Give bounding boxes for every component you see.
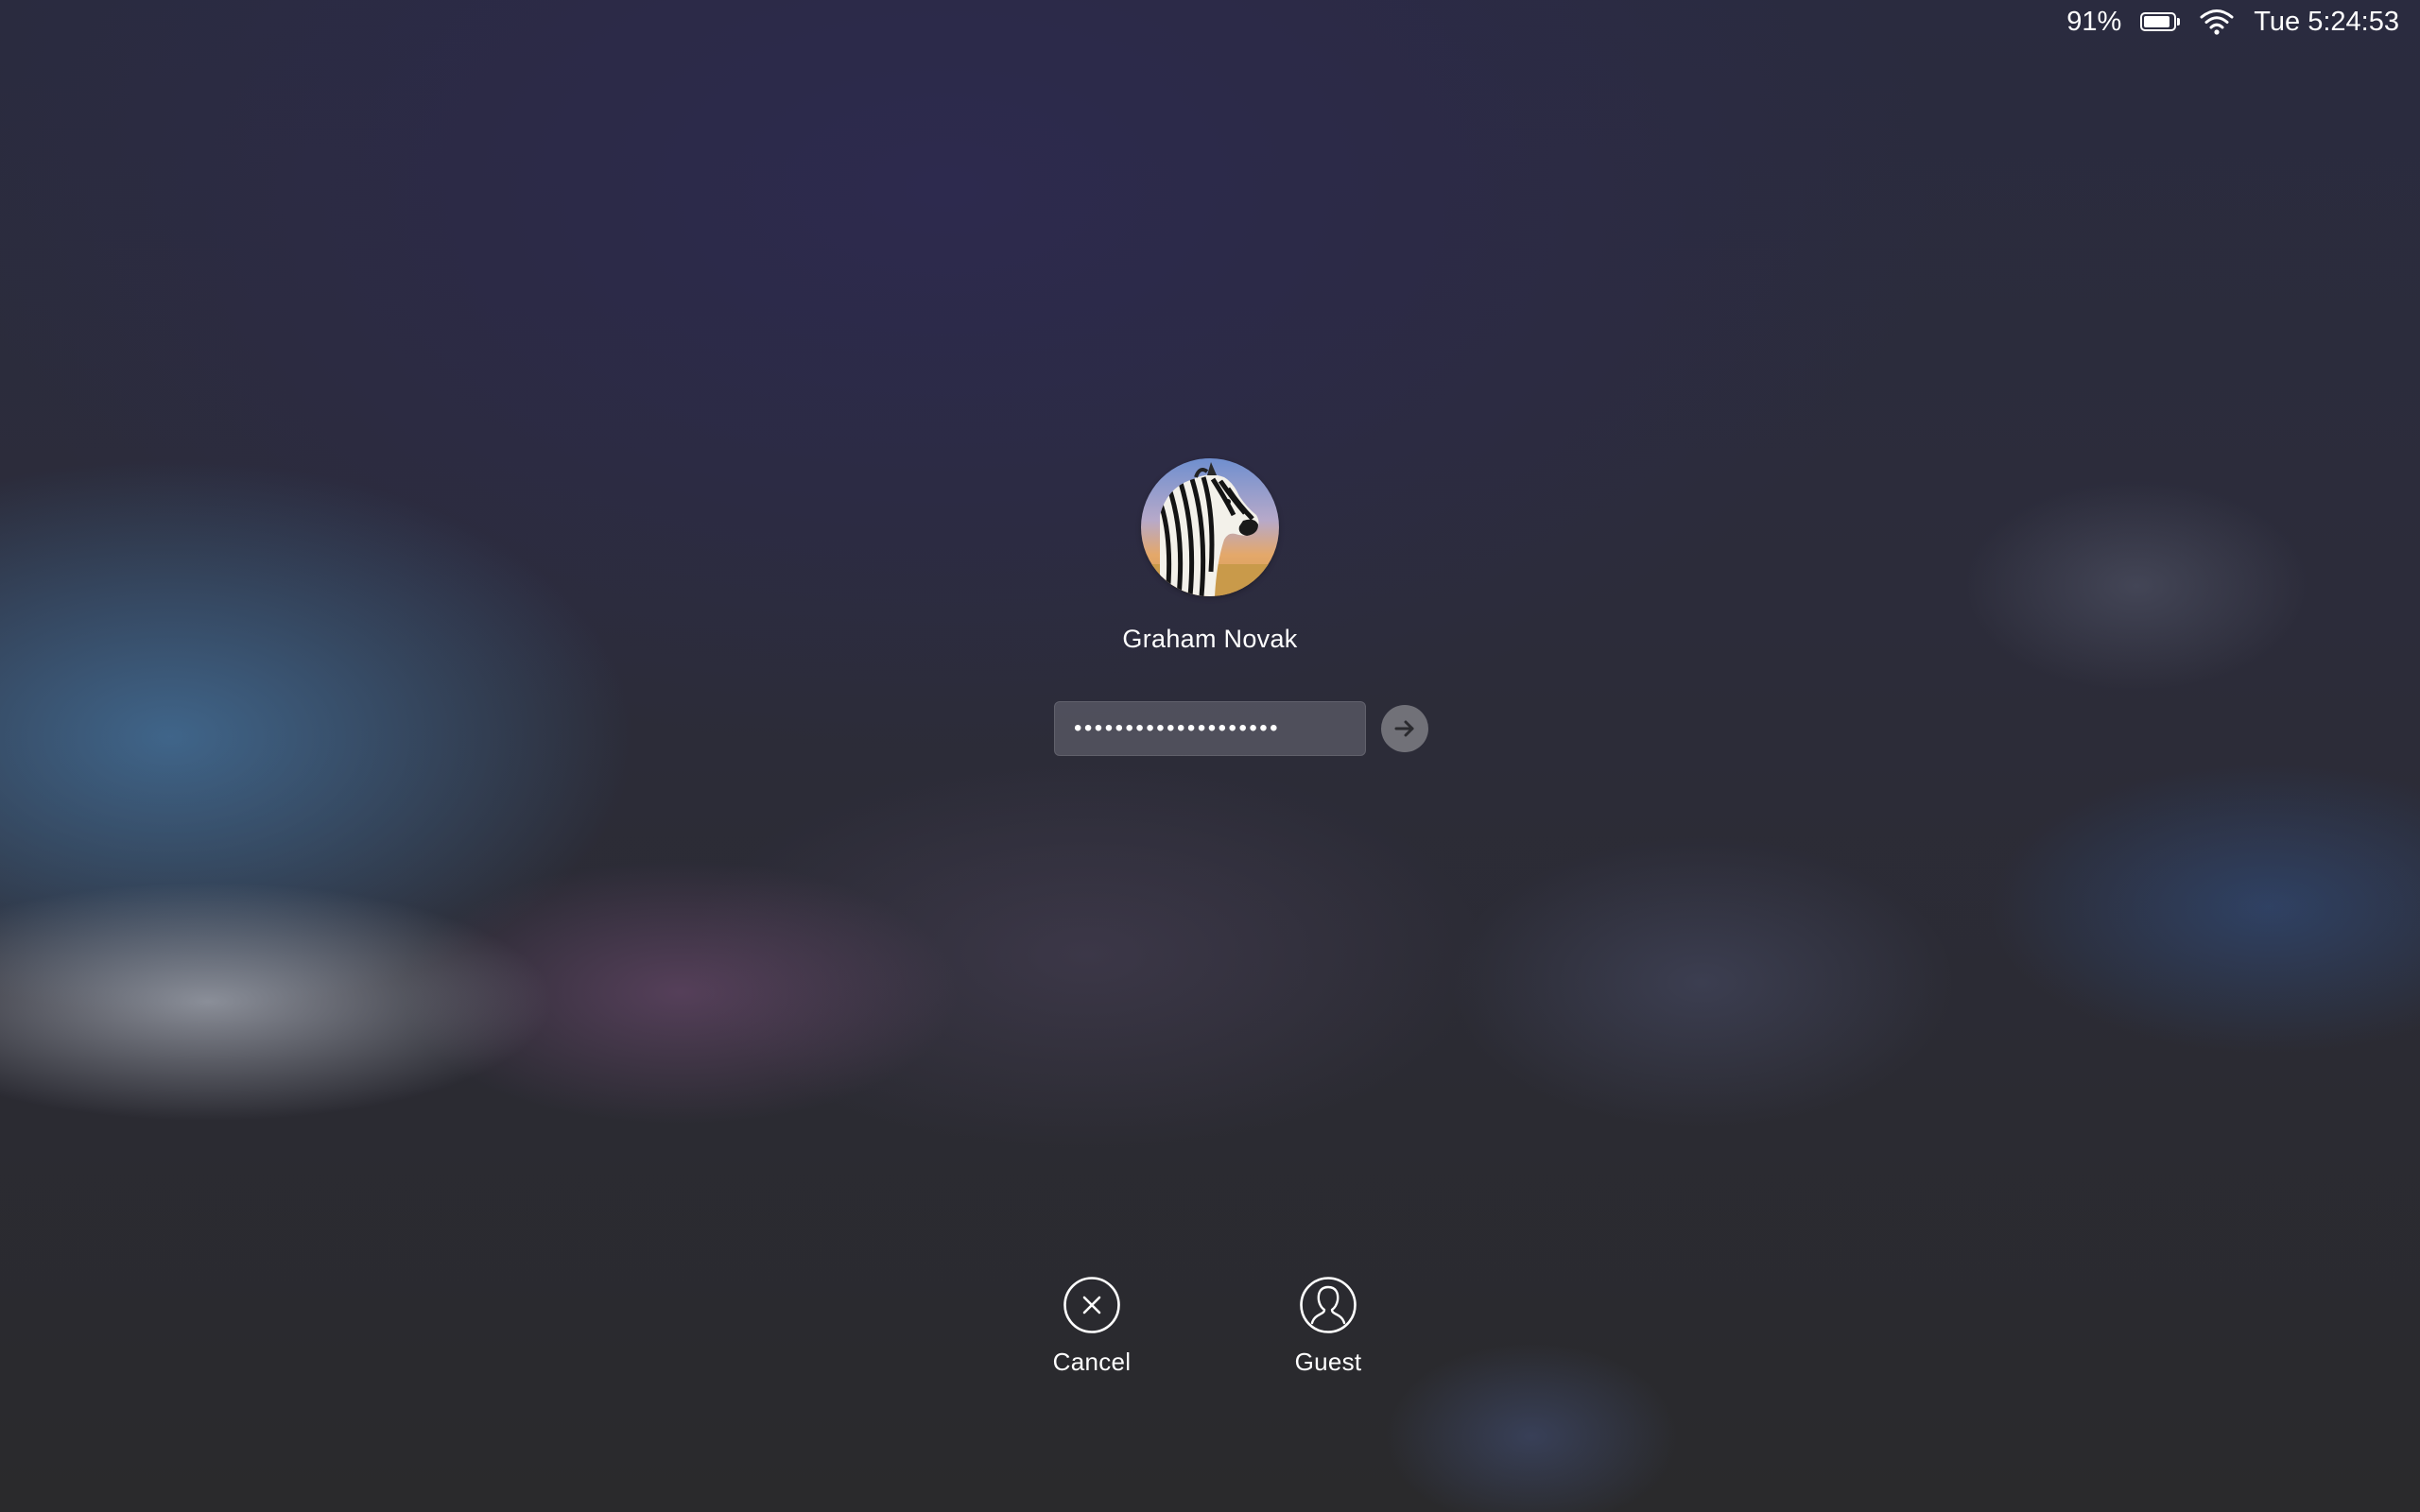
- password-row: ••••••••••••••••••••: [1054, 701, 1428, 756]
- submit-password-button[interactable]: [1381, 705, 1428, 752]
- battery-percentage: 91%: [2066, 6, 2122, 37]
- battery-fill: [2144, 16, 2170, 27]
- battery-body: [2140, 12, 2177, 31]
- login-screen: 91% Tue 5:24:53 Graham Novak •••••••••••…: [0, 0, 2420, 1512]
- login-panel: Graham Novak ••••••••••••••••••••: [0, 458, 2420, 756]
- user-avatar[interactable]: [1141, 458, 1279, 596]
- clock[interactable]: Tue 5:24:53: [2254, 7, 2399, 38]
- battery-tip: [2177, 18, 2181, 26]
- guest-button[interactable]: Guest: [1281, 1276, 1375, 1377]
- user-outline-icon: [1300, 1277, 1357, 1333]
- close-circle-icon: [1063, 1277, 1120, 1333]
- user-name: Graham Novak: [1122, 625, 1298, 653]
- password-input[interactable]: ••••••••••••••••••••: [1054, 701, 1366, 756]
- menu-bar-status: 91% Tue 5:24:53: [2066, 0, 2420, 43]
- cancel-label: Cancel: [1052, 1348, 1132, 1376]
- battery-icon[interactable]: [2140, 12, 2181, 31]
- wifi-icon[interactable]: [2199, 8, 2235, 36]
- arrow-right-icon: [1394, 720, 1414, 737]
- guest-label: Guest: [1294, 1348, 1362, 1376]
- login-actions: Cancel Guest: [0, 1276, 2420, 1377]
- cancel-button[interactable]: Cancel: [1045, 1276, 1139, 1377]
